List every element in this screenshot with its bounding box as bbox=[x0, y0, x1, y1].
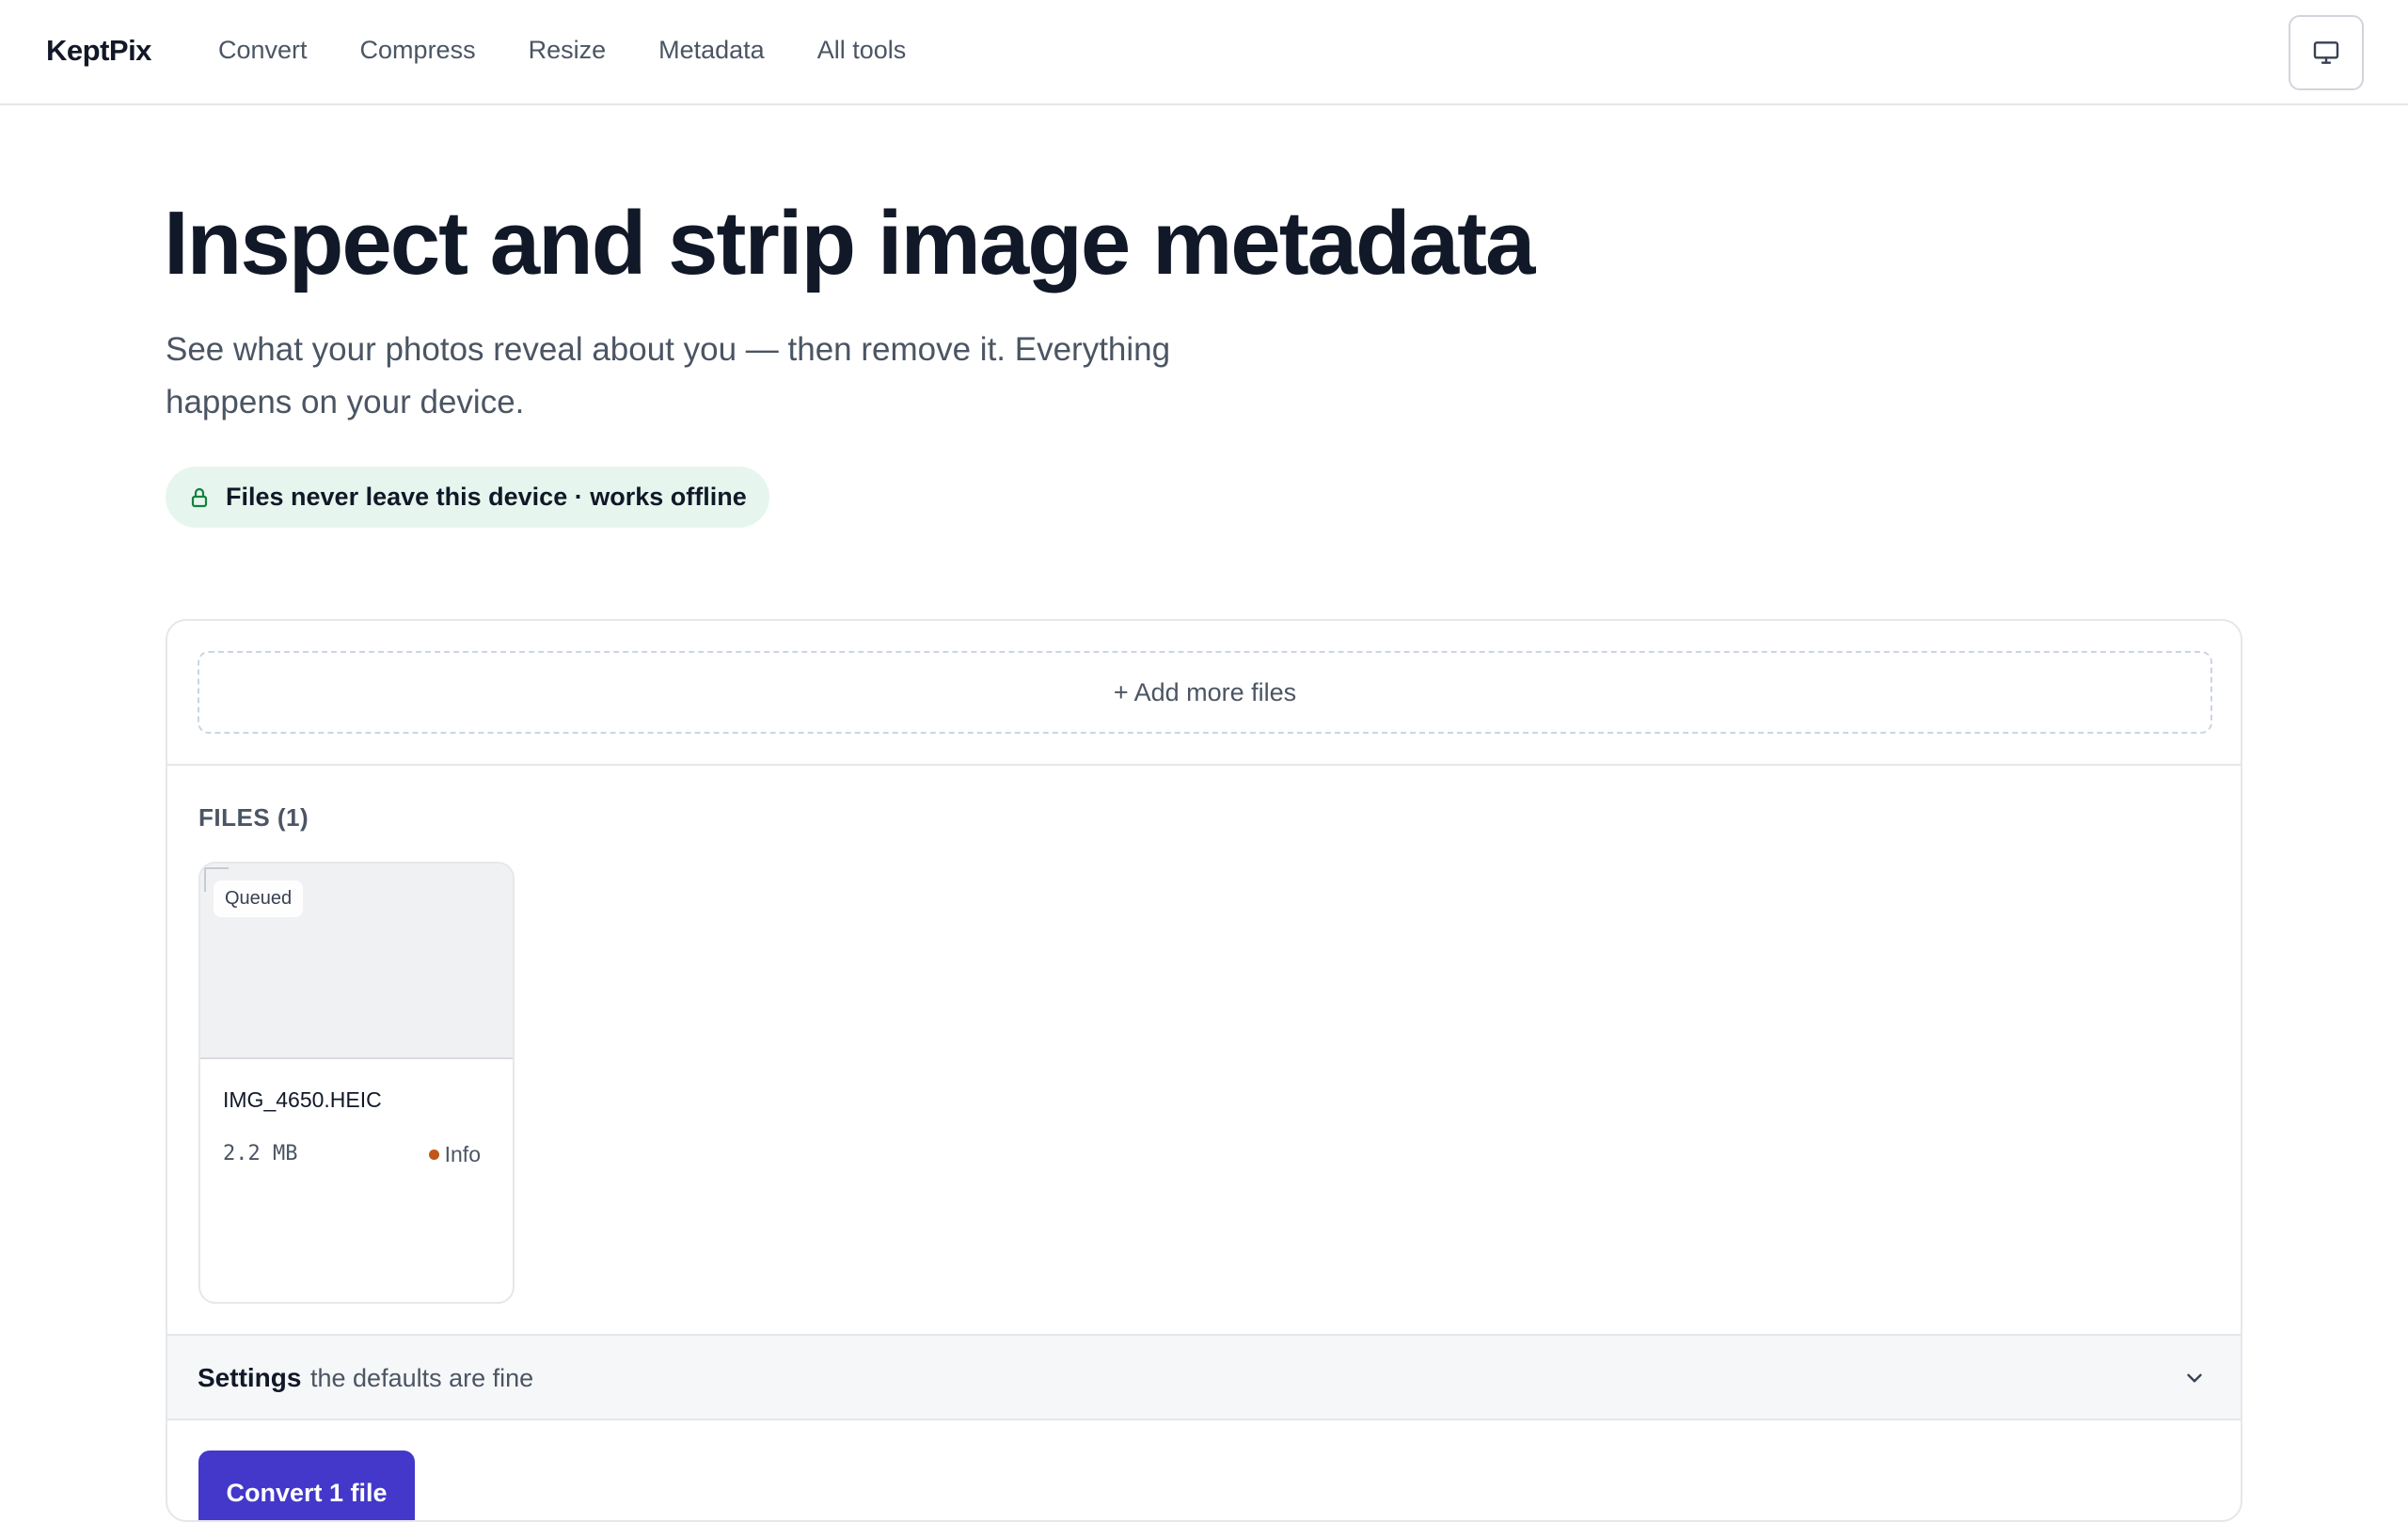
nav-link-metadata[interactable]: Metadata bbox=[658, 36, 765, 65]
page-subtitle: See what your photos reveal about you — … bbox=[166, 331, 1171, 420]
nav-link-compress[interactable]: Compress bbox=[360, 36, 476, 65]
monitor-icon bbox=[2313, 41, 2339, 64]
main-nav: Convert Compress Resize Metadata All too… bbox=[218, 36, 906, 65]
files-heading: FILES (1) bbox=[198, 803, 309, 832]
status-badge: Queued bbox=[214, 880, 304, 917]
file-thumbnail: Queued bbox=[200, 864, 513, 1059]
nav-link-convert[interactable]: Convert bbox=[218, 36, 308, 65]
file-info-label: Info bbox=[444, 1142, 481, 1166]
file-card[interactable]: Queued IMG_4650.HEIC 2.2 MB Info bbox=[198, 862, 515, 1304]
top-nav-bar: KeptPix Convert Compress Resize Metadata… bbox=[0, 0, 2408, 105]
convert-button[interactable]: Convert 1 file bbox=[198, 1451, 415, 1520]
page-title: Inspect and strip image metadata bbox=[164, 193, 1535, 293]
settings-hint: the defaults are fine bbox=[310, 1364, 534, 1392]
privacy-badge: Files never leave this device · works of… bbox=[166, 467, 769, 528]
file-size: 2.2 MB bbox=[223, 1142, 298, 1165]
tool-panel: + Add more files FILES (1) Queued IMG_46… bbox=[166, 619, 2242, 1522]
divider bbox=[167, 764, 2241, 766]
display-mode-button[interactable] bbox=[2289, 15, 2364, 90]
add-files-dropzone[interactable]: + Add more files bbox=[198, 651, 2212, 734]
settings-toggle[interactable]: Settings the defaults are fine bbox=[167, 1334, 2241, 1420]
privacy-badge-text: Files never leave this device · works of… bbox=[226, 483, 747, 511]
file-info-button[interactable]: Info bbox=[428, 1142, 481, 1167]
nav-link-resize[interactable]: Resize bbox=[529, 36, 607, 65]
brand-logo-link[interactable]: KeptPix bbox=[46, 34, 151, 68]
chevron-down-icon bbox=[2187, 1373, 2202, 1383]
file-name: IMG_4650.HEIC bbox=[223, 1087, 382, 1112]
settings-label: Settings bbox=[198, 1363, 302, 1392]
nav-link-all-tools[interactable]: All tools bbox=[817, 36, 907, 65]
info-dot-icon bbox=[428, 1149, 439, 1160]
lock-icon bbox=[191, 487, 208, 507]
